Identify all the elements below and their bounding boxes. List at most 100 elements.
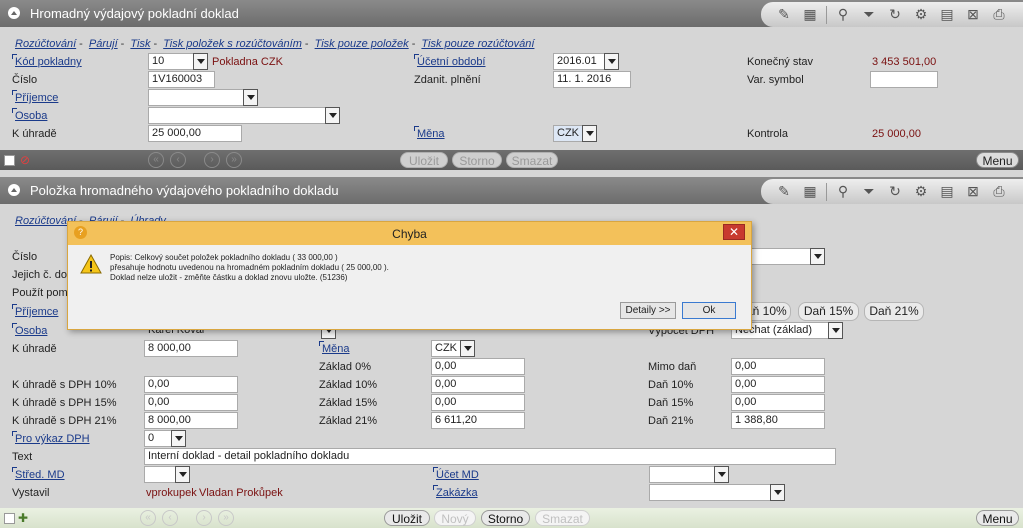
k-uhrade-15-input[interactable]: 0,00 <box>144 394 238 411</box>
chevron-down-icon[interactable] <box>243 89 258 106</box>
item-mena-select[interactable]: CZK <box>431 340 475 357</box>
dan-15-button[interactable]: Daň 15% <box>798 302 859 321</box>
select-checkbox[interactable] <box>4 513 15 524</box>
new-row-icon[interactable]: ✚ <box>18 511 28 525</box>
first-record-icon[interactable]: « <box>148 152 164 168</box>
cancel-button[interactable]: Storno <box>481 510 530 526</box>
delete-marker-icon[interactable]: ⊘ <box>20 153 30 167</box>
ucet-md-select[interactable] <box>649 466 729 483</box>
chevron-down-icon[interactable] <box>604 53 619 70</box>
osoba-label[interactable]: Osoba <box>11 108 47 122</box>
settings-icon[interactable]: ⚙ <box>908 5 934 25</box>
link-tisk[interactable]: Tisk <box>130 38 150 50</box>
k-uhrade-input[interactable]: 25 000,00 <box>148 125 242 142</box>
new-button[interactable]: Nový <box>434 510 476 526</box>
chevron-down-icon[interactable] <box>171 430 186 447</box>
chevron-down-icon[interactable] <box>770 484 785 501</box>
print-icon[interactable]: ⎙ <box>986 5 1012 25</box>
edit-icon[interactable]: ✎ <box>771 5 797 25</box>
collapse-icon[interactable] <box>8 7 20 19</box>
stred-md-label[interactable]: Střed. MD <box>12 467 65 481</box>
last-record-icon[interactable]: » <box>218 510 234 526</box>
var-symbol-input[interactable] <box>870 71 938 88</box>
details-button[interactable]: Detaily >> <box>620 302 676 319</box>
zaklad-15-input[interactable]: 0,00 <box>431 394 525 411</box>
mena-select[interactable]: CZK <box>553 125 597 142</box>
cislo-input[interactable]: 1V160003 <box>148 71 215 88</box>
link-paruji[interactable]: Párují <box>89 38 118 50</box>
document-icon[interactable]: ▤ <box>934 5 960 25</box>
dan-10-input[interactable]: 0,00 <box>731 376 825 393</box>
zakazka-select[interactable] <box>649 484 785 501</box>
pro-vykaz-dph-select[interactable]: 0 <box>144 430 186 447</box>
stred-md-select[interactable] <box>144 466 190 483</box>
save-button[interactable]: Uložit <box>400 152 448 168</box>
table-icon[interactable]: ▦ <box>797 5 823 25</box>
prijemce-select[interactable] <box>148 89 258 106</box>
chevron-down-icon[interactable] <box>193 53 208 70</box>
filter-icon[interactable]: ⏷ <box>856 5 882 25</box>
document-icon[interactable]: ▤ <box>934 182 960 202</box>
item-k-uhrade-input[interactable]: 8 000,00 <box>144 340 238 357</box>
last-record-icon[interactable]: » <box>226 152 242 168</box>
print-icon[interactable]: ⎙ <box>986 182 1012 202</box>
item-prijemce-label[interactable]: Příjemce <box>11 304 58 318</box>
delete-button[interactable]: Smazat <box>506 152 558 168</box>
zaklad-0-input[interactable]: 0,00 <box>431 358 525 375</box>
osoba-select[interactable] <box>148 107 340 124</box>
item-osoba-label[interactable]: Osoba <box>11 323 47 337</box>
ucet-md-label[interactable]: Účet MD <box>433 467 479 481</box>
refresh-icon[interactable]: ↻ <box>882 5 908 25</box>
ucetni-obdobi-select[interactable]: 2016.01 <box>553 53 619 70</box>
chevron-down-icon[interactable] <box>460 340 475 357</box>
select-checkbox[interactable] <box>4 155 15 166</box>
search-icon[interactable]: ⚲ <box>830 182 856 202</box>
link-tisk-polozek-rozuctovani[interactable]: Tisk položek s rozúčtováním <box>163 38 302 50</box>
table-icon[interactable]: ▦ <box>797 182 823 202</box>
collapse-icon[interactable] <box>8 184 20 196</box>
search-icon[interactable]: ⚲ <box>830 5 856 25</box>
save-button[interactable]: Uložit <box>384 510 430 526</box>
excel-icon[interactable]: ⊠ <box>960 5 986 25</box>
link-tisk-pouze-rozuctovani[interactable]: Tisk pouze rozúčtování <box>421 38 534 50</box>
k-uhrade-21-input[interactable]: 8 000,00 <box>144 412 238 429</box>
chevron-down-icon[interactable] <box>325 107 340 124</box>
ucetni-obdobi-label[interactable]: Účetní období <box>414 54 486 68</box>
next-record-icon[interactable]: › <box>196 510 212 526</box>
chevron-down-icon[interactable] <box>582 125 597 142</box>
ok-button[interactable]: Ok <box>682 302 736 319</box>
close-icon[interactable]: ✕ <box>723 224 745 240</box>
settings-icon[interactable]: ⚙ <box>908 182 934 202</box>
edit-icon[interactable]: ✎ <box>771 182 797 202</box>
menu-button[interactable]: Menu <box>976 152 1019 168</box>
zaklad-21-input[interactable]: 6 611,20 <box>431 412 525 429</box>
refresh-icon[interactable]: ↻ <box>882 182 908 202</box>
dan-21-button[interactable]: Daň 21% <box>864 302 924 321</box>
pro-vykaz-dph-label[interactable]: Pro výkaz DPH <box>12 431 90 445</box>
text-input[interactable]: Interní doklad - detail pokladního dokla… <box>144 448 836 465</box>
prijemce-label[interactable]: Příjemce <box>11 90 58 104</box>
next-record-icon[interactable]: › <box>204 152 220 168</box>
link-tisk-pouze-polozek[interactable]: Tisk pouze položek <box>315 38 409 50</box>
chevron-down-icon[interactable] <box>714 466 729 483</box>
filter-icon[interactable]: ⏷ <box>856 182 882 202</box>
mimo-dan-input[interactable]: 0,00 <box>731 358 825 375</box>
prev-record-icon[interactable]: ‹ <box>170 152 186 168</box>
delete-button[interactable]: Smazat <box>535 510 590 526</box>
dan-15-input[interactable]: 0,00 <box>731 394 825 411</box>
item-mena-label[interactable]: Měna <box>319 341 350 355</box>
k-uhrade-10-input[interactable]: 0,00 <box>144 376 238 393</box>
chevron-down-icon[interactable] <box>810 248 825 265</box>
cancel-button[interactable]: Storno <box>452 152 502 168</box>
first-record-icon[interactable]: « <box>140 510 156 526</box>
chevron-down-icon[interactable] <box>828 322 843 339</box>
zdanit-plneni-input[interactable]: 11. 1. 2016 <box>553 71 631 88</box>
kod-pokladny-label[interactable]: Kód pokladny <box>12 54 82 68</box>
menu-button[interactable]: Menu <box>976 510 1019 526</box>
excel-icon[interactable]: ⊠ <box>960 182 986 202</box>
link-rozuctovani[interactable]: Rozúčtování <box>15 38 76 50</box>
kod-pokladny-select[interactable]: 10 <box>148 53 208 70</box>
chevron-down-icon[interactable] <box>175 466 190 483</box>
dan-21-input[interactable]: 1 388,80 <box>731 412 825 429</box>
zaklad-10-input[interactable]: 0,00 <box>431 376 525 393</box>
